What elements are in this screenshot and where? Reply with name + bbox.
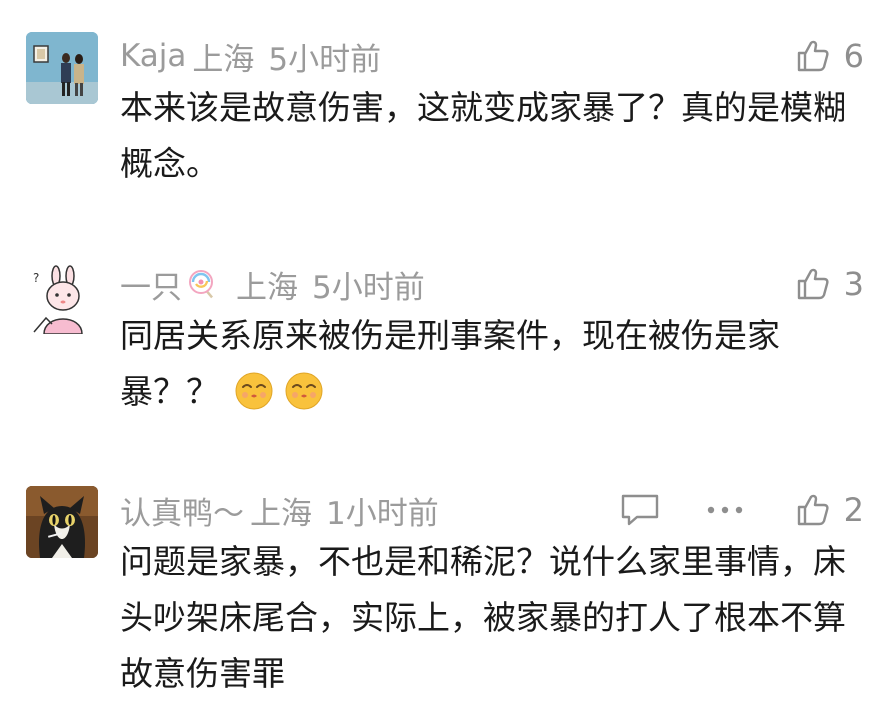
more-dots-icon: [707, 506, 743, 514]
location: 上海: [236, 269, 298, 306]
cat-avatar-image: [26, 486, 98, 558]
like-button[interactable]: 6: [796, 34, 864, 78]
comment-meta: 认真鸭～ 上海 1小时前: [120, 488, 453, 532]
timestamp: 1小时前: [326, 495, 439, 532]
thumbs-up-icon: [797, 268, 829, 300]
comment-bubble-icon: [621, 494, 659, 526]
timestamp: 5小时前: [268, 41, 382, 78]
kissing-face-emoji-icon: [235, 372, 272, 410]
comment-text-content: 同居关系原来被伤是刑事案件，现在被伤是家暴？？: [120, 316, 780, 411]
like-button[interactable]: 3: [796, 262, 864, 306]
comment-text: 本来该是故意伤害，这就变成家暴了？真的是模糊概念。: [120, 88, 846, 183]
thumbs-up-icon: [797, 494, 829, 526]
like-count: 3: [843, 265, 864, 303]
like-count: 6: [843, 37, 864, 75]
location: 上海: [192, 41, 255, 78]
username[interactable]: 一只: [120, 262, 182, 307]
avatar[interactable]: [26, 32, 98, 104]
location: 上海: [250, 495, 312, 532]
avatar[interactable]: [26, 486, 98, 558]
comment-text: 问题是家暴，不也是和稀泥？说什么家里事情，床头吵架床尾合，实际上，被家暴的打人了…: [120, 542, 846, 693]
username[interactable]: Kaja: [120, 38, 186, 74]
bunny-avatar-image: ?: [26, 262, 98, 334]
kissing-face-emoji-icon: [285, 372, 323, 410]
gallery-avatar-image: [26, 32, 98, 104]
avatar[interactable]: ?: [26, 262, 98, 334]
like-button[interactable]: 2: [796, 488, 864, 532]
comment-text: 同居关系原来被伤是刑事案件，现在被伤是家暴？？: [120, 308, 850, 420]
comment-meta: Kaja 上海 5小时前: [120, 34, 395, 78]
thumbs-up-icon: [797, 40, 829, 72]
like-count: 2: [843, 491, 864, 529]
more-options-button[interactable]: [706, 488, 744, 532]
timestamp: 5小时前: [312, 269, 425, 306]
username[interactable]: 认真鸭～: [120, 488, 244, 533]
lollipop-icon: [189, 270, 214, 299]
reply-button[interactable]: [620, 488, 660, 532]
comment-meta: 一只 上海 5小时前: [120, 262, 439, 306]
svg-text:?: ?: [33, 271, 39, 285]
